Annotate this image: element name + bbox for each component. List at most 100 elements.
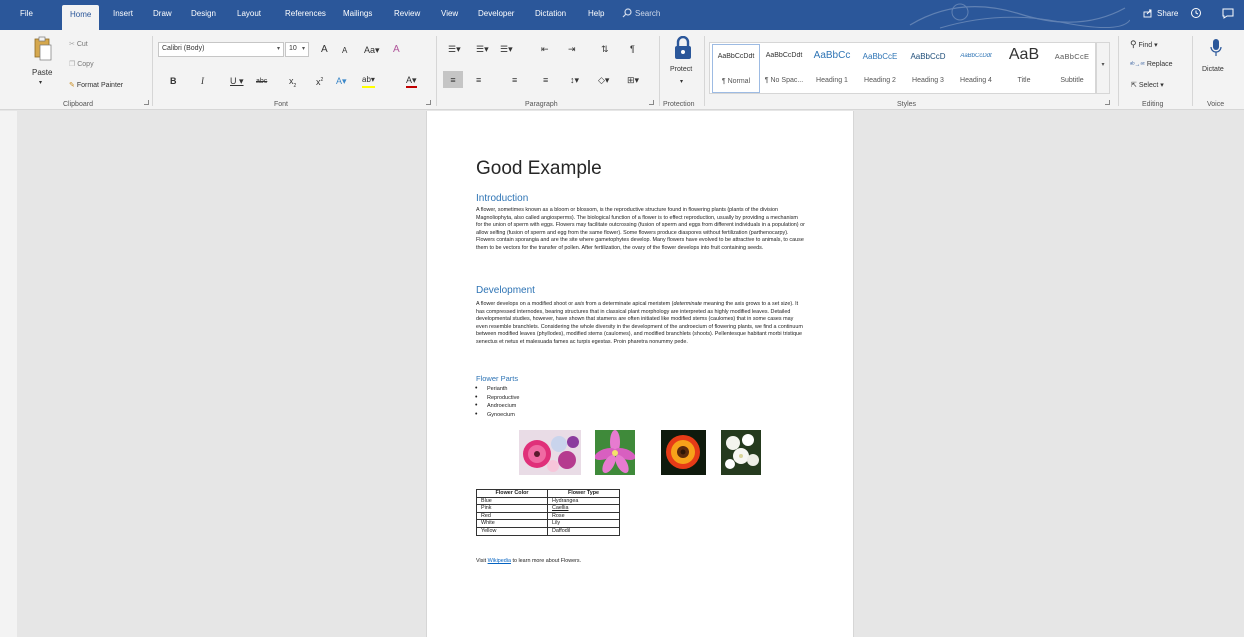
font-color-button[interactable]: A▾ [406, 74, 417, 88]
tab-file[interactable]: File [20, 9, 33, 18]
clear-formatting-icon[interactable]: A [393, 44, 400, 56]
font-size-box[interactable]: 10 ▾ [285, 42, 309, 57]
decrease-indent-button[interactable]: ⇤ [541, 43, 549, 55]
comments-icon[interactable] [1222, 8, 1234, 19]
table-cell[interactable]: Blue [476, 496, 548, 506]
tell-me-search[interactable]: Search [622, 8, 660, 18]
format-painter-button[interactable]: ✎ Format Painter [69, 80, 123, 92]
paste-icon[interactable] [34, 36, 52, 62]
tab-insert[interactable]: Insert [113, 9, 133, 18]
paste-button[interactable]: Paste [32, 68, 52, 77]
tab-draw[interactable]: Draw [153, 9, 172, 18]
bold-button[interactable]: B [170, 75, 177, 87]
shading-button[interactable]: ◇▾ [598, 74, 609, 86]
select-button[interactable]: ⇱ Select ▾ [1131, 80, 1164, 92]
flower-image-pink-bouquet[interactable] [519, 430, 581, 475]
tab-design[interactable]: Design [191, 9, 216, 18]
text-effects-button[interactable]: A▾ [336, 75, 347, 87]
style-normal[interactable]: AaBbCcDdt ¶ Normal [712, 44, 760, 93]
history-icon[interactable] [1190, 7, 1202, 19]
table-cell[interactable]: Hydrangea [547, 496, 620, 506]
tab-references[interactable]: References [285, 9, 326, 18]
protect-icon[interactable] [673, 36, 693, 60]
borders-button[interactable]: ⊞▾ [627, 74, 639, 86]
numbering-button[interactable]: ☰▾ [476, 43, 489, 55]
cut-button[interactable]: ✂ Cut [69, 39, 88, 51]
list-item[interactable]: Perianth [487, 385, 519, 394]
microphone-icon[interactable] [1210, 38, 1222, 58]
grow-font-button[interactable]: A [321, 44, 328, 56]
sort-button[interactable]: ⇅ [601, 43, 609, 55]
align-left-button[interactable]: ≡ [443, 71, 463, 88]
underline-button[interactable]: U ▾ [230, 75, 244, 87]
table-header-cell[interactable]: Flower Color [476, 489, 548, 498]
list-item[interactable]: Androecium [487, 402, 519, 411]
visit-paragraph[interactable]: Visit Wikipedia to learn more about Flow… [476, 558, 581, 564]
show-formatting-button[interactable]: ¶ [630, 43, 635, 55]
tab-layout[interactable]: Layout [237, 9, 261, 18]
table-cell[interactable]: White [476, 519, 548, 528]
table-cell[interactable]: Lily [547, 519, 620, 528]
table-cell[interactable]: Yellow [476, 526, 548, 536]
style-title[interactable]: AaB Title [1000, 44, 1048, 93]
clipboard-dialog-launcher[interactable] [144, 100, 149, 105]
multilevel-list-button[interactable]: ☰▾ [500, 43, 513, 55]
highlight-color-button[interactable]: ab▾ [362, 74, 375, 88]
tab-developer[interactable]: Developer [478, 9, 514, 18]
paste-dropdown-arrow[interactable]: ▾ [39, 79, 42, 86]
tab-home[interactable]: Home [62, 5, 100, 30]
tab-review[interactable]: Review [394, 9, 420, 18]
heading-development[interactable]: Development [476, 285, 535, 296]
protect-button[interactable]: Protect [670, 66, 692, 73]
bullets-button[interactable]: ☰▾ [448, 43, 461, 55]
font-dialog-launcher[interactable] [426, 100, 431, 105]
table-cell[interactable]: Pink [476, 504, 548, 513]
list-item[interactable]: Gynoecium [487, 411, 519, 420]
italic-button[interactable]: I [201, 75, 204, 87]
style-no-spacing[interactable]: AaBbCcDdt ¶ No Spac... [760, 44, 808, 93]
flower-image-orange-gerbera[interactable] [661, 430, 706, 475]
flower-image-pink-lily[interactable] [595, 430, 635, 475]
increase-indent-button[interactable]: ⇥ [568, 43, 576, 55]
style-heading-2[interactable]: AaBbCcE Heading 2 [856, 44, 904, 93]
style-heading-1[interactable]: AaBbCc Heading 1 [808, 44, 856, 93]
table-cell[interactable]: Red [476, 511, 548, 521]
shrink-font-button[interactable]: A [342, 45, 347, 57]
paragraph-introduction[interactable]: A flower, sometimes known as a bloom or … [476, 207, 805, 252]
list-item[interactable]: Reproductive [487, 394, 519, 403]
find-button[interactable]: ⚲ Find ▾ [1130, 38, 1158, 52]
tab-view[interactable]: View [441, 9, 458, 18]
style-heading-4[interactable]: AaBbCcDdt Heading 4 [952, 44, 1000, 93]
styles-dialog-launcher[interactable] [1105, 100, 1110, 105]
font-name-box[interactable]: Calibri (Body) ▾ [158, 42, 284, 57]
table-header-cell[interactable]: Flower Type [547, 489, 620, 498]
style-heading-3[interactable]: AaBbCcD Heading 3 [904, 44, 952, 93]
flower-image-white-jasmine[interactable] [721, 430, 761, 475]
paragraph-dialog-launcher[interactable] [649, 100, 654, 105]
dictate-button[interactable]: Dictate [1202, 66, 1224, 73]
justify-button[interactable]: ≡ [543, 74, 548, 86]
replace-button[interactable]: ᵃᵇ→ᵃᶜ Replace [1130, 59, 1173, 71]
change-case-button[interactable]: Aa▾ [364, 44, 380, 56]
superscript-button[interactable]: x2 [316, 74, 323, 88]
wikipedia-link[interactable]: Wikipedia [488, 558, 511, 564]
style-subtitle[interactable]: AaBbCcE Subtitle [1048, 44, 1096, 93]
styles-more-button[interactable]: ▾ [1096, 42, 1110, 94]
tab-mailings[interactable]: Mailings [343, 9, 372, 18]
strikethrough-button[interactable]: abc [256, 76, 267, 88]
share-button[interactable]: Share [1143, 8, 1178, 18]
tab-help[interactable]: Help [588, 9, 604, 18]
subscript-button[interactable]: x2 [289, 75, 296, 92]
align-center-button[interactable]: ≡ [476, 74, 481, 86]
table-cell[interactable]: Caellia [547, 504, 620, 513]
protect-dropdown-arrow[interactable]: ▾ [680, 78, 683, 85]
table-cell[interactable]: Rose [547, 511, 620, 521]
document-page[interactable]: Good Example Introduction A flower, some… [426, 111, 854, 637]
heading-introduction[interactable]: Introduction [476, 193, 528, 204]
line-spacing-button[interactable]: ↕▾ [570, 74, 579, 86]
heading-flower-parts[interactable]: Flower Parts [476, 374, 518, 383]
tab-dictation[interactable]: Dictation [535, 9, 566, 18]
align-right-button[interactable]: ≡ [512, 74, 517, 86]
paragraph-development[interactable]: A flower develops on a modified shoot or… [476, 301, 805, 346]
table-cell[interactable]: Daffodil [547, 526, 620, 536]
